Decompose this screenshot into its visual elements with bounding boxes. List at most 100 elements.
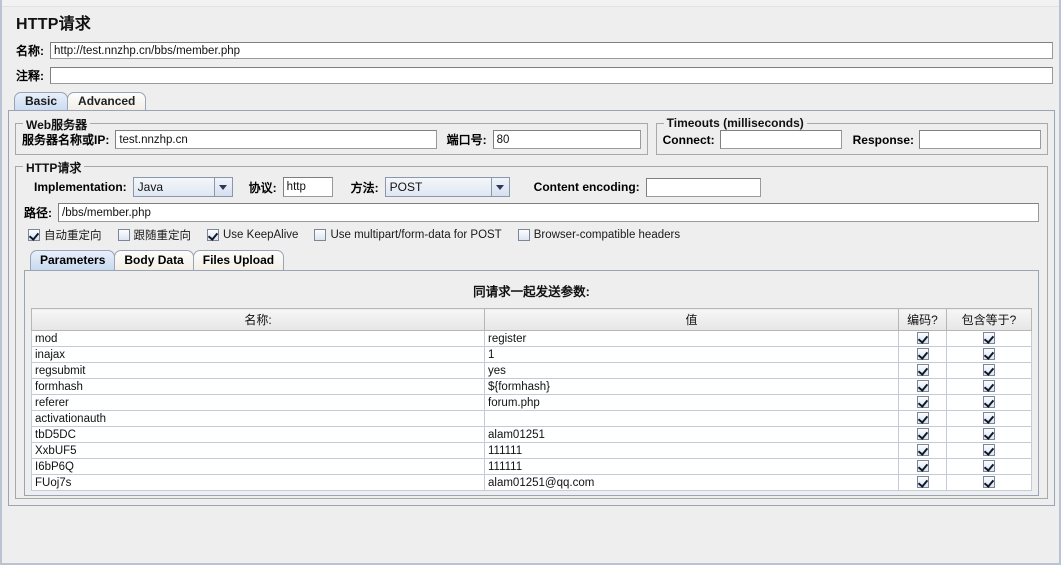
name-input[interactable]: http://test.nnzhp.cn/bbs/member.php	[50, 41, 1053, 59]
cell-include-equals[interactable]	[946, 426, 1032, 443]
implementation-combo[interactable]: Java	[132, 177, 233, 197]
cell-name[interactable]: activationauth	[31, 410, 485, 427]
path-row: 路径: /bbs/member.php	[22, 197, 1041, 222]
cell-name[interactable]: mod	[31, 330, 485, 347]
checkbox-icon	[916, 460, 929, 472]
port-input[interactable]: 80	[492, 130, 641, 149]
title-row: HTTP请求	[2, 7, 1059, 39]
parameters-caption: 同请求一起发送参数:	[473, 285, 590, 299]
cell-encode[interactable]	[898, 442, 947, 459]
checkbox-icon	[916, 428, 929, 440]
checkbox-icon	[517, 229, 530, 241]
chevron-down-icon	[213, 178, 232, 196]
response-input[interactable]	[919, 130, 1041, 149]
connect-input[interactable]	[719, 130, 842, 149]
cell-encode[interactable]	[898, 426, 947, 443]
comment-input[interactable]	[50, 66, 1053, 84]
checkbox-label: 跟随重定向	[133, 230, 192, 242]
tab-body-data[interactable]: Body Data	[114, 250, 194, 270]
checkbox-use-keepalive[interactable]: Use KeepAlive	[207, 229, 298, 241]
parameters-table: 名称: 值 编码? 包含等于? mod register inajax 1 regs…	[31, 308, 1032, 491]
server-row: 服务器名称或IP: test.nnzhp.cn 端口号: 80	[22, 128, 641, 149]
checkbox-follow-redirects[interactable]: 跟随重定向	[117, 227, 192, 243]
name-field-row: 名称: http://test.nnzhp.cn/bbs/member.php	[2, 39, 1059, 61]
cell-encode[interactable]	[898, 458, 947, 475]
checkbox-icon	[916, 364, 929, 376]
cell-name[interactable]: FUoj7s	[31, 474, 485, 491]
cell-encode[interactable]	[898, 362, 947, 379]
method-value: POST	[389, 180, 423, 194]
content-encoding-input[interactable]	[645, 177, 761, 197]
cell-value[interactable]	[484, 410, 899, 427]
checkbox-label: Use multipart/form-data for POST	[330, 229, 502, 241]
table-row[interactable]: XxbUF5 111111	[31, 442, 1032, 459]
cell-include-equals[interactable]	[946, 410, 1032, 427]
cell-value[interactable]: ${formhash}	[484, 378, 899, 395]
cell-encode[interactable]	[898, 474, 947, 491]
checkbox-browser-compatible-headers[interactable]: Browser-compatible headers	[517, 229, 680, 241]
cell-include-equals[interactable]	[946, 346, 1032, 363]
table-row[interactable]: activationauth	[31, 410, 1032, 427]
tab-advanced[interactable]: Advanced	[67, 92, 147, 110]
cell-include-equals[interactable]	[946, 330, 1032, 347]
cell-encode[interactable]	[898, 394, 947, 411]
checkbox-icon	[916, 476, 929, 488]
tab-basic[interactable]: Basic	[14, 92, 69, 110]
cell-value[interactable]: 111111	[484, 458, 899, 475]
cell-name[interactable]: regsubmit	[31, 362, 485, 379]
cell-encode[interactable]	[898, 346, 947, 363]
cell-encode[interactable]	[898, 378, 947, 395]
cell-name[interactable]: inajax	[31, 346, 485, 363]
checkbox-icon	[207, 229, 219, 241]
cell-include-equals[interactable]	[946, 442, 1032, 459]
table-row[interactable]: I6bP6Q 111111	[31, 458, 1032, 475]
cell-include-equals[interactable]	[946, 394, 1032, 411]
parameters-panel: 同请求一起发送参数: 名称: 值 编码? 包含等于? mod register …	[24, 270, 1039, 496]
implementation-label: Implementation:	[34, 180, 127, 194]
connect-label: Connect:	[662, 132, 715, 147]
table-row[interactable]: mod register	[31, 330, 1032, 347]
checkbox-icon	[983, 364, 995, 376]
outer-tabstrip: Basic Advanced	[2, 86, 1059, 110]
table-row[interactable]: FUoj7s alam01251@qq.com	[31, 474, 1032, 491]
table-row[interactable]: formhash ${formhash}	[31, 378, 1032, 395]
cell-encode[interactable]	[898, 410, 947, 427]
table-row[interactable]: tbD5DC alam01251	[31, 426, 1032, 443]
path-input[interactable]: /bbs/member.php	[58, 203, 1039, 222]
method-combo[interactable]: POST	[384, 177, 510, 197]
cell-value[interactable]: yes	[484, 362, 899, 379]
cell-value[interactable]: register	[484, 330, 899, 347]
tab-parameters[interactable]: Parameters	[30, 250, 116, 270]
cell-include-equals[interactable]	[946, 474, 1032, 491]
server-name-input[interactable]: test.nnzhp.cn	[115, 130, 437, 149]
cell-include-equals[interactable]	[946, 458, 1032, 475]
timeouts-row: Connect: Response:	[663, 128, 1041, 149]
protocol-input[interactable]: http	[282, 177, 333, 197]
port-label: 端口号:	[446, 133, 487, 147]
content-encoding-label: Content encoding:	[533, 180, 640, 194]
table-row[interactable]: regsubmit yes	[31, 362, 1032, 379]
cell-name[interactable]: tbD5DC	[31, 426, 485, 443]
table-row[interactable]: referer forum.php	[31, 394, 1032, 411]
cell-name[interactable]: XxbUF5	[31, 442, 485, 459]
basic-tab-panel: Web服务器 服务器名称或IP: test.nnzhp.cn 端口号: 80 T…	[8, 110, 1055, 506]
cell-name[interactable]: referer	[31, 394, 485, 411]
cell-value[interactable]: 111111	[484, 442, 899, 459]
cell-value[interactable]: alam01251@qq.com	[484, 474, 899, 491]
table-row[interactable]: inajax 1	[31, 346, 1032, 363]
parameters-table-wrap: 名称: 值 编码? 包含等于? mod register inajax 1 regs…	[29, 308, 1034, 491]
cell-value[interactable]: alam01251	[484, 426, 899, 443]
checkbox-use-multipart[interactable]: Use multipart/form-data for POST	[314, 229, 502, 241]
checkbox-label: Use KeepAlive	[223, 229, 299, 241]
checkbox-icon	[983, 380, 995, 392]
cell-name[interactable]: I6bP6Q	[31, 458, 485, 475]
inner-tabstrip: Parameters Body Data Files Upload	[22, 246, 1041, 270]
cell-encode[interactable]	[898, 330, 947, 347]
cell-value[interactable]: forum.php	[484, 394, 899, 411]
cell-name[interactable]: formhash	[31, 378, 485, 395]
cell-value[interactable]: 1	[484, 346, 899, 363]
cell-include-equals[interactable]	[946, 378, 1032, 395]
cell-include-equals[interactable]	[946, 362, 1032, 379]
tab-files-upload[interactable]: Files Upload	[192, 250, 285, 270]
checkbox-auto-redirect[interactable]: 自动重定向	[28, 227, 102, 243]
